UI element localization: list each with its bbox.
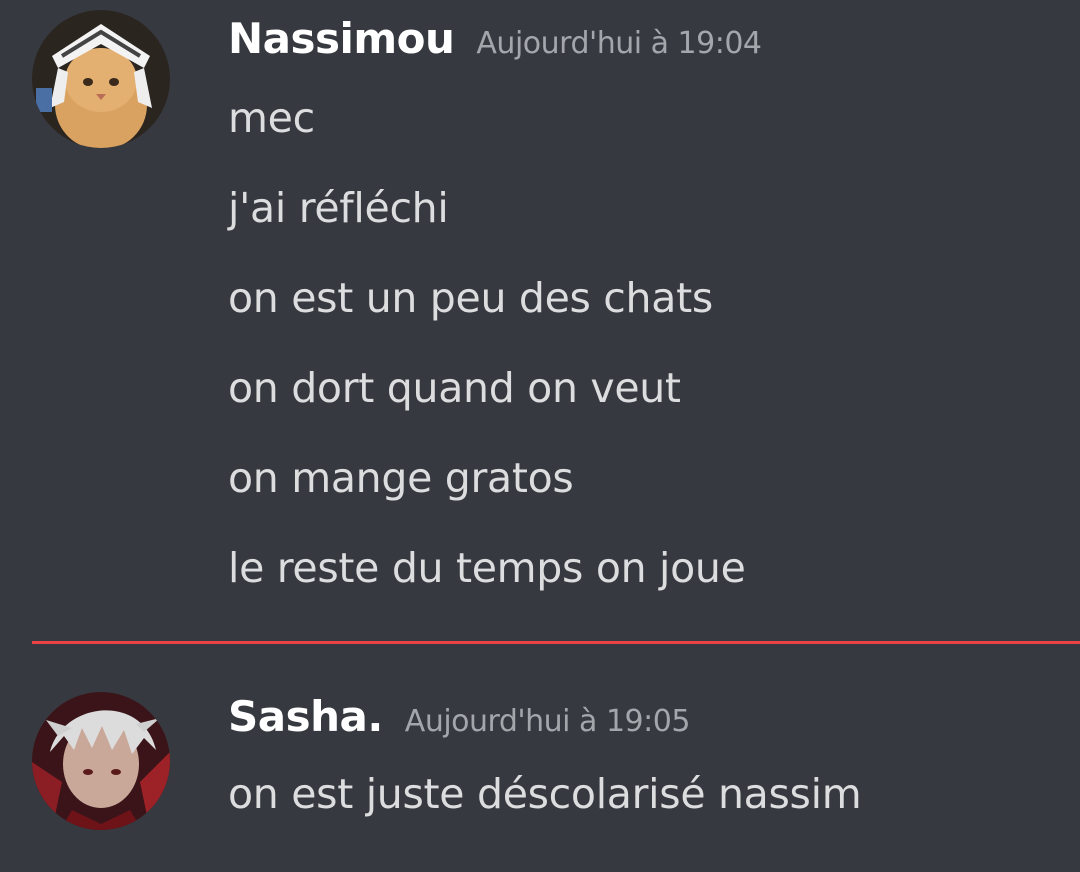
new-messages-divider (32, 641, 1080, 644)
username[interactable]: Nassimou (228, 14, 455, 63)
message-line: on est juste déscolarisé nassim (228, 770, 862, 818)
message-header: Sasha. Aujourd'hui à 19:05 (228, 692, 690, 741)
timestamp: Aujourd'hui à 19:05 (404, 704, 691, 739)
avatar-cat-icon[interactable] (32, 10, 170, 148)
timestamp: Aujourd'hui à 19:04 (476, 26, 762, 61)
avatar-anime-character-icon[interactable] (32, 692, 170, 830)
username[interactable]: Sasha. (228, 692, 383, 741)
message-header: Nassimou Aujourd'hui à 19:04 (228, 14, 762, 63)
message-line: on est un peu des chats (228, 274, 713, 322)
message-line: le reste du temps on joue (228, 544, 746, 592)
message-line: on dort quand on veut (228, 364, 681, 412)
message-line: j'ai réfléchi (228, 184, 449, 232)
message-line: on mange gratos (228, 454, 574, 502)
message-line: mec (228, 94, 315, 142)
